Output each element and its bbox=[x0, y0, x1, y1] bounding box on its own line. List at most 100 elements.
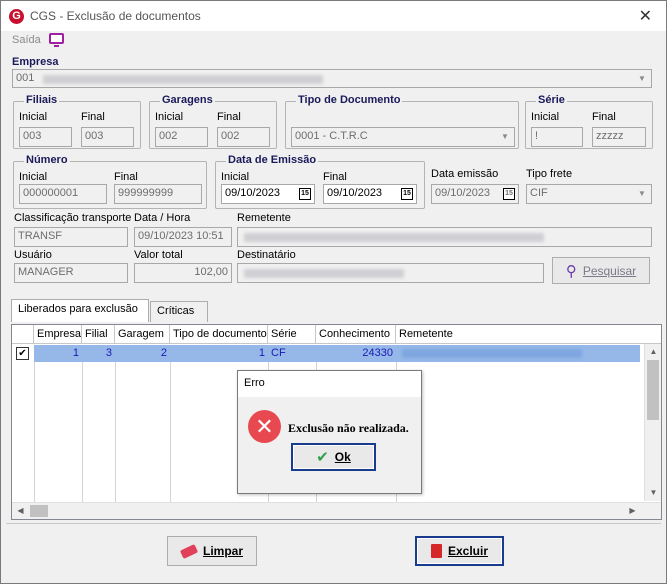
data-inicial-value: 09/10/2023 bbox=[225, 187, 281, 199]
row-checkbox[interactable]: ✔ bbox=[16, 347, 29, 360]
title-bar: G CGS - Exclusão de documentos ✕ bbox=[1, 1, 666, 31]
serie-inicial-label: Inicial bbox=[531, 111, 560, 123]
scroll-thumb[interactable] bbox=[30, 505, 48, 517]
error-message: Exclusão não realizada. bbox=[288, 421, 409, 435]
tab-criticas-label: Críticas bbox=[157, 305, 195, 317]
grid-header-filial[interactable]: Filial bbox=[82, 325, 115, 344]
table-row[interactable]: ✔ 1 3 2 1 CF 24330 bbox=[12, 345, 640, 362]
data-final-label: Final bbox=[323, 171, 347, 183]
destinatario-input[interactable] bbox=[237, 263, 544, 283]
dialog-title: Erro bbox=[238, 371, 421, 397]
filiais-group-label: Filiais bbox=[24, 94, 60, 106]
empresa-combo[interactable]: 001 ▼ bbox=[12, 69, 652, 88]
scroll-up-icon[interactable]: ▲ bbox=[645, 344, 661, 360]
numero-final-label: Final bbox=[114, 171, 138, 183]
limpar-button[interactable]: Limpar bbox=[167, 536, 257, 566]
chevron-down-icon[interactable]: ▼ bbox=[634, 71, 650, 87]
tab-liberados-label: Liberados para exclusão bbox=[18, 303, 138, 315]
grid-header-garagem[interactable]: Garagem bbox=[115, 325, 170, 344]
data-hora-input[interactable]: 09/10/2023 10:51 bbox=[134, 227, 232, 247]
grid-header-select bbox=[12, 325, 34, 344]
menu-saida[interactable]: Saída bbox=[12, 34, 41, 46]
garagem-inicial-input[interactable]: 002 bbox=[155, 127, 208, 147]
tab-liberados[interactable]: Liberados para exclusão bbox=[11, 299, 149, 322]
pesquisar-button[interactable]: ⚲ Pesquisar bbox=[552, 257, 650, 284]
serie-inicial-input[interactable]: ! bbox=[531, 127, 583, 147]
grid-divider bbox=[170, 362, 171, 502]
filial-final-input[interactable]: 003 bbox=[81, 127, 134, 147]
usuario-input[interactable]: MANAGER bbox=[14, 263, 128, 283]
monitor-icon[interactable] bbox=[49, 33, 64, 47]
app-logo-icon: G bbox=[9, 9, 24, 24]
numero-group-label: Número bbox=[24, 154, 70, 166]
data-final-input[interactable]: 09/10/2023 15 bbox=[323, 184, 417, 204]
tab-criticas[interactable]: Críticas bbox=[150, 301, 208, 322]
numero-final-input[interactable]: 999999999 bbox=[114, 184, 202, 204]
vertical-scrollbar[interactable]: ▲ ▼ bbox=[644, 344, 661, 501]
cell-serie: CF bbox=[268, 345, 316, 362]
limpar-label: Limpar bbox=[202, 544, 243, 558]
row-select-cell[interactable]: ✔ bbox=[12, 345, 34, 362]
remetente-redacted bbox=[244, 233, 544, 242]
calendar-icon[interactable]: 15 bbox=[503, 188, 515, 200]
serie-final-input[interactable]: zzzzz bbox=[592, 127, 646, 147]
serie-final-label: Final bbox=[592, 111, 616, 123]
tipo-documento-combo[interactable]: 0001 - C.T.R.C ▼ bbox=[291, 127, 515, 147]
data-emissao-input[interactable]: 09/10/2023 15 bbox=[431, 184, 519, 204]
garagens-group-label: Garagens bbox=[160, 94, 215, 106]
calendar-icon[interactable]: 15 bbox=[299, 188, 311, 200]
grid-divider bbox=[34, 362, 35, 502]
cell-conhecimento: 24330 bbox=[316, 345, 396, 362]
chevron-down-icon[interactable]: ▼ bbox=[634, 186, 650, 202]
excluir-button[interactable]: Excluir bbox=[415, 536, 504, 566]
grid-divider bbox=[82, 362, 83, 502]
classificacao-label: Classificação transporte bbox=[14, 212, 132, 224]
destinatario-redacted bbox=[244, 269, 404, 278]
tipo-frete-combo[interactable]: CIF ▼ bbox=[526, 184, 652, 204]
scroll-thumb[interactable] bbox=[647, 360, 659, 420]
grid-header-remetente[interactable]: Remetente bbox=[396, 325, 661, 344]
empresa-label: Empresa bbox=[12, 56, 59, 68]
filial-inicial-input[interactable]: 003 bbox=[19, 127, 72, 147]
valor-total-input[interactable]: 102,00 bbox=[134, 263, 232, 283]
garagem-final-input[interactable]: 002 bbox=[217, 127, 270, 147]
scroll-left-icon[interactable]: ◀ bbox=[12, 503, 29, 519]
data-inicial-label: Inicial bbox=[221, 171, 250, 183]
excluir-label: Excluir bbox=[447, 544, 489, 558]
classificacao-input[interactable]: TRANSF bbox=[14, 227, 128, 247]
tipo-documento-value: 0001 - C.T.R.C bbox=[295, 130, 368, 142]
calendar-icon[interactable]: 15 bbox=[401, 188, 413, 200]
grid-header-serie[interactable]: Série bbox=[268, 325, 316, 344]
data-hora-label: Data / Hora bbox=[134, 212, 191, 224]
remetente-cell-redacted bbox=[402, 349, 582, 358]
filial-final-label: Final bbox=[81, 111, 105, 123]
cell-remetente bbox=[396, 345, 640, 362]
destinatario-label: Destinatário bbox=[237, 249, 296, 261]
remetente-input[interactable] bbox=[237, 227, 652, 247]
eraser-icon bbox=[179, 543, 199, 559]
tipo-documento-group-label: Tipo de Documento bbox=[296, 94, 403, 106]
error-icon: ✕ bbox=[248, 410, 281, 443]
numero-inicial-input[interactable]: 000000001 bbox=[19, 184, 107, 204]
cell-filial: 3 bbox=[82, 345, 115, 362]
grid-header-empresa[interactable]: Empresa bbox=[34, 325, 82, 344]
ok-button[interactable]: ✔ Ok bbox=[291, 443, 376, 471]
cell-tipo-documento: 1 bbox=[170, 345, 268, 362]
close-icon[interactable]: ✕ bbox=[639, 6, 652, 26]
data-emissao-value: 09/10/2023 bbox=[435, 187, 491, 199]
data-inicial-input[interactable]: 09/10/2023 15 bbox=[221, 184, 315, 204]
usuario-label: Usuário bbox=[14, 249, 52, 261]
tipo-frete-value: CIF bbox=[530, 187, 548, 199]
grid-header-conhecimento[interactable]: Conhecimento bbox=[316, 325, 396, 344]
search-icon: ⚲ bbox=[565, 262, 577, 280]
grid-header: Empresa Filial Garagem Tipo de documento… bbox=[12, 325, 661, 344]
horizontal-scrollbar[interactable]: ◀ ▶ bbox=[12, 502, 661, 519]
numero-inicial-label: Inicial bbox=[19, 171, 48, 183]
scroll-down-icon[interactable]: ▼ bbox=[645, 485, 661, 501]
chevron-down-icon[interactable]: ▼ bbox=[497, 129, 513, 145]
grid-header-tipo-documento[interactable]: Tipo de documento bbox=[170, 325, 268, 344]
ok-label: Ok bbox=[334, 450, 351, 464]
scroll-right-icon[interactable]: ▶ bbox=[624, 503, 641, 519]
data-final-value: 09/10/2023 bbox=[327, 187, 383, 199]
main-window: G CGS - Exclusão de documentos ✕ Saída E… bbox=[0, 0, 667, 584]
